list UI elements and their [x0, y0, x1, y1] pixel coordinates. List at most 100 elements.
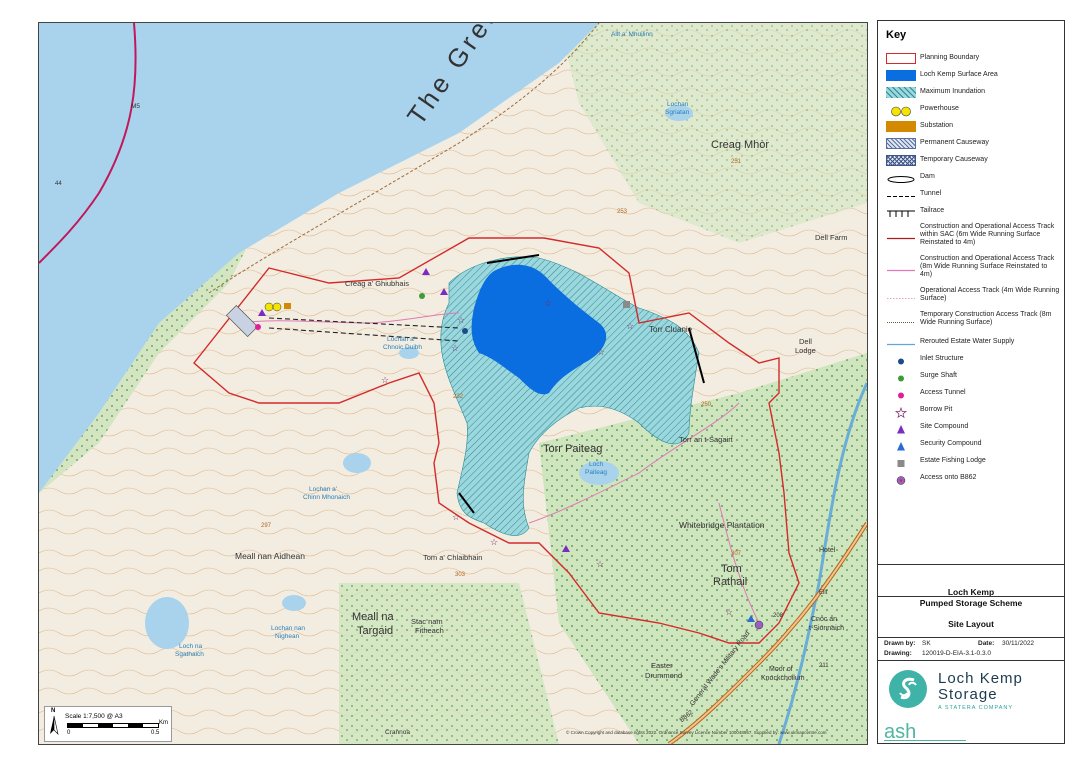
surge-shaft-icon — [886, 371, 916, 382]
legend-borrow-pit: Borrow Pit — [884, 403, 1060, 419]
substation-marker[interactable] — [284, 303, 291, 309]
label-tom: Tom — [721, 563, 742, 575]
brand-mark-icon — [888, 669, 928, 709]
estate-fishing-lodge-marker[interactable] — [623, 301, 630, 308]
legend-loch-surface: Loch Kemp Surface Area — [884, 68, 1060, 84]
brand-name-line1: Loch Kemp — [938, 670, 1023, 687]
label-ellt: Ellt — [819, 590, 828, 596]
label-creag-mhor: Creag Mhòr — [711, 139, 770, 151]
legend-powerhouse: Powerhouse — [884, 102, 1060, 118]
label-meall-aidhean: Meall nan Aidhean — [235, 551, 305, 561]
height-253: 253 — [617, 209, 628, 215]
svg-text:☆: ☆ — [544, 298, 552, 308]
date-label: Date: — [978, 640, 995, 647]
label-allt-mhuilinn: Allt a' Mhuilinn — [611, 31, 653, 38]
scale-unit: Km — [159, 720, 168, 726]
label-tom-chlaibhain: Tom a' Chlaibhain — [423, 553, 483, 562]
legend-fishing-lodge: Estate Fishing Lodge — [884, 454, 1060, 470]
surge-shaft-marker[interactable] — [419, 293, 425, 299]
height-232: 232 — [453, 394, 464, 400]
legend-inlet: Inlet Structure — [884, 352, 1060, 368]
copyright-text: © Crown Copyright and database rights 20… — [566, 730, 827, 735]
label-meall-na: Meall na — [352, 611, 394, 623]
label-lochan-sgriatan: Lochan — [667, 101, 689, 108]
drawn-by-value: SK — [922, 640, 931, 647]
brand-name-line2: Storage — [938, 686, 998, 703]
legend-tunnel: Tunnel — [884, 187, 1060, 203]
legend-panel: Key Planning Boundary Loch Kemp Surface … — [877, 20, 1065, 744]
inlet-icon — [886, 354, 916, 365]
height-303: 303 — [455, 572, 466, 578]
inlet-structure-marker[interactable] — [462, 328, 468, 334]
track-4m-icon — [886, 291, 916, 302]
permanent-causeway-swatch — [886, 138, 916, 149]
key-title: Key — [886, 29, 907, 41]
drawing-number-label: Drawing: — [884, 650, 912, 657]
label-creag-ghiubhais: Creag a' Ghiubhais — [345, 279, 409, 288]
tunnel-icon — [886, 189, 916, 200]
svg-text:☆: ☆ — [452, 512, 460, 522]
lochan-chinn-water — [343, 453, 371, 473]
track-temporary-icon — [886, 315, 916, 326]
svg-text:☆: ☆ — [457, 315, 465, 325]
fishing-lodge-icon — [886, 456, 916, 467]
legend-water-supply: Rerouted Estate Water Supply — [884, 335, 1060, 351]
brand-logo: Loch Kemp Storage A STATERA COMPANY — [878, 661, 1064, 717]
brand-subtitle: A STATERA COMPANY — [938, 705, 1014, 711]
label-m5: M5 — [131, 103, 141, 110]
site-compound-icon — [886, 422, 916, 434]
drawing-number-value: 120019-D-EIA-3.1-0.3.0 — [922, 650, 992, 657]
legend-temporary-causeway: Temporary Causeway — [884, 153, 1060, 169]
access-b862-icon — [886, 473, 916, 485]
label-hotel: Hotel — [819, 547, 836, 554]
label-lochan-nighean: Lochan nan — [271, 625, 305, 632]
svg-text:☆: ☆ — [381, 375, 389, 385]
legend-substation: Substation — [884, 119, 1060, 135]
label-moor: Moor of — [769, 666, 793, 673]
scale-text: Scale 1:7,500 @ A3 — [65, 713, 123, 720]
drawing-title: Site Layout — [948, 619, 994, 629]
label-loch-sgathaich: Loch na — [179, 643, 203, 650]
map-area[interactable]: ☆ ☆ ☆ ☆ ☆ ☆ ☆ ☆ ☆ ☆ The Great Glen Creag… — [38, 22, 868, 745]
borrow-pit-icon — [886, 405, 916, 419]
legend-track-4m: Operational Access Track (4m Wide Runnin… — [884, 287, 1060, 305]
scale-tick-0: 0 — [67, 730, 71, 736]
label-drummond: Drummond — [645, 671, 683, 680]
height-250: 250 — [701, 402, 712, 408]
water-supply-icon — [886, 337, 916, 348]
substation-swatch — [886, 121, 916, 132]
label-crannoa: Crannoa — [385, 729, 410, 736]
label-rathail: Rathail — [713, 576, 748, 588]
planning-boundary-swatch — [886, 53, 916, 64]
label-torr-cluanie: Torr Cluanie — [649, 325, 693, 334]
access-tunnel-marker[interactable] — [255, 324, 261, 330]
track-8m-icon — [886, 263, 916, 274]
tailrace-icon — [886, 206, 916, 217]
legend-site-compound: Site Compound — [884, 420, 1060, 436]
label-targaid: Targaid — [357, 625, 394, 637]
north-arrow-icon: N — [49, 708, 59, 736]
legend-security-compound: Security Compound — [884, 437, 1060, 453]
height-251: 251 — [731, 159, 742, 165]
height-297: 297 — [261, 523, 272, 529]
drawing-info-block: Drawn by: SK Date: 30/11/2022 Drawing: 1… — [878, 637, 1064, 661]
legend-permanent-causeway: Permanent Causeway — [884, 136, 1060, 152]
height-211: 211 — [819, 663, 829, 669]
label-easter: Easter — [651, 661, 673, 670]
access-b862-marker[interactable] — [754, 620, 764, 630]
legend-planning-boundary: Planning Boundary — [884, 51, 1060, 67]
drawing-title-block: Site Layout — [878, 596, 1064, 641]
legend-track-8m: Construction and Operational Access Trac… — [884, 255, 1060, 281]
label-fitheach: Fitheach — [415, 626, 444, 635]
powerhouse-marker[interactable] — [264, 302, 274, 312]
svg-text:☆: ☆ — [490, 537, 498, 547]
temporary-causeway-swatch — [886, 155, 916, 166]
svg-text:☆: ☆ — [626, 321, 634, 331]
dam-icon — [886, 172, 916, 183]
legend-tailrace: Tailrace — [884, 204, 1060, 220]
consultant-logo-underline — [884, 740, 966, 741]
lochan-nighean-water — [282, 595, 306, 611]
legend-dam: Dam — [884, 170, 1060, 186]
height-208: 208 — [773, 613, 784, 619]
label-torr-sagairt: Torr an t-Sagairt — [679, 435, 733, 444]
